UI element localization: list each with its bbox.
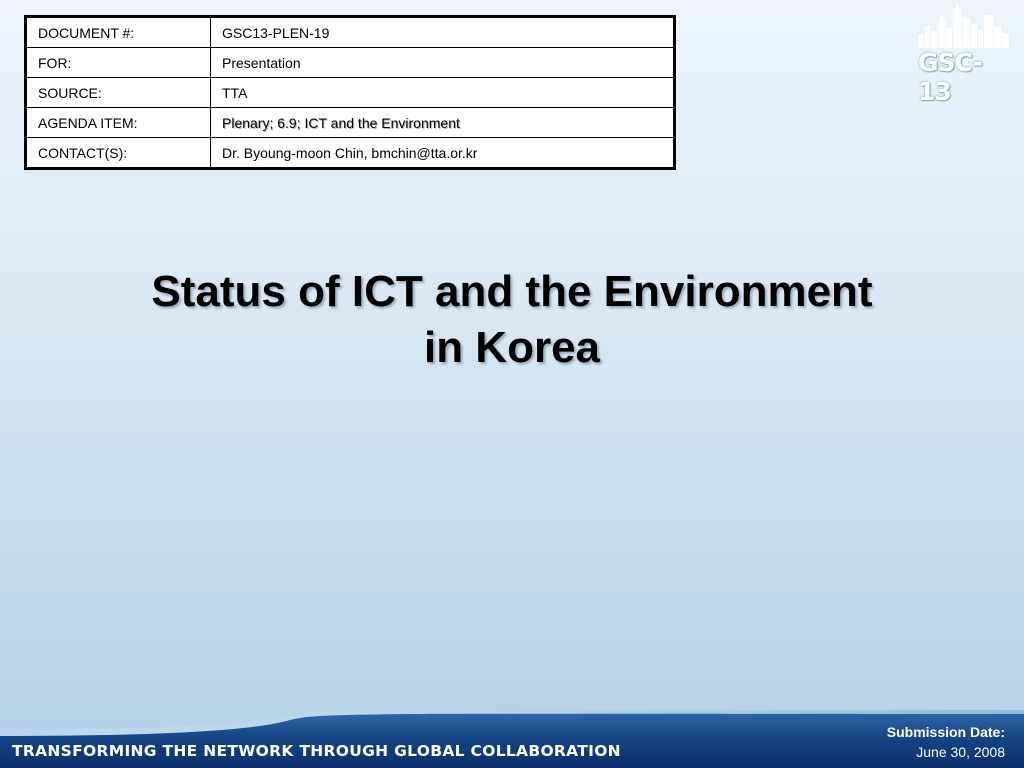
table-row: FOR: Presentation	[25, 47, 675, 78]
row-value: Plenary; 6.9; ICT and the Environment	[210, 107, 675, 138]
row-label: FOR:	[25, 47, 211, 78]
row-value: TTA	[210, 77, 675, 108]
logo-name: GSC-13	[918, 48, 983, 106]
row-label: AGENDA ITEM:	[25, 107, 211, 138]
table-row: DOCUMENT #: GSC13-PLEN-19	[25, 16, 675, 48]
row-label: CONTACT(S):	[25, 137, 211, 169]
submission-info: Submission Date: June 30, 2008	[887, 722, 1005, 762]
slide: DOCUMENT #: GSC13-PLEN-19 FOR: Presentat…	[0, 0, 1024, 768]
table-row: CONTACT(S): Dr. Byoung-moon Chin, bmchin…	[25, 137, 675, 169]
slide-title: Status of ICT and the Environment in Kor…	[40, 264, 984, 376]
submission-date: June 30, 2008	[916, 744, 1005, 760]
row-value: Presentation	[210, 47, 675, 78]
title-line-1: Status of ICT and the Environment	[151, 267, 873, 316]
gsc13-logo: BOSTON 2008 GSC-13	[914, 4, 1014, 106]
row-value: Dr. Byoung-moon Chin, bmchin@tta.or.kr	[210, 137, 675, 169]
title-line-2: in Korea	[423, 323, 601, 372]
table-row: SOURCE: TTA	[25, 77, 675, 108]
row-label: DOCUMENT #:	[25, 16, 211, 48]
row-value: GSC13-PLEN-19	[210, 16, 675, 48]
footer-tagline: TRANSFORMING THE NETWORK THROUGH GLOBAL …	[12, 742, 621, 760]
submission-label: Submission Date:	[886, 724, 1005, 740]
table-row: AGENDA ITEM: Plenary; 6.9; ICT and the E…	[25, 107, 675, 138]
document-info-table: DOCUMENT #: GSC13-PLEN-19 FOR: Presentat…	[24, 15, 676, 170]
row-label: SOURCE:	[25, 77, 211, 108]
